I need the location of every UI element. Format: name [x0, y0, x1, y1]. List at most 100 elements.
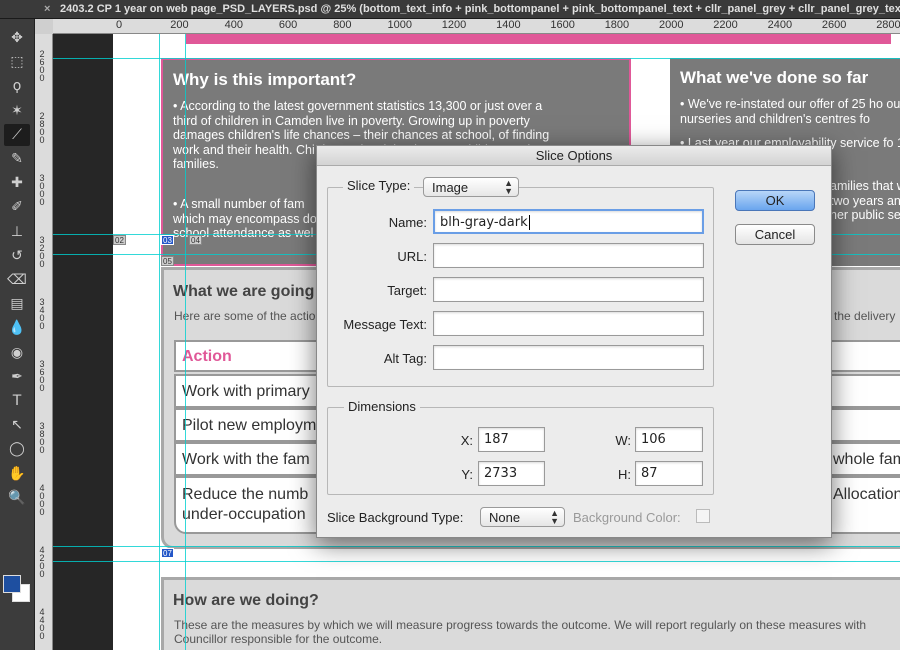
ellipse-icon[interactable]: ◯	[4, 438, 30, 460]
panel-text: amilies that w two years and her public …	[830, 179, 900, 222]
dodge-icon[interactable]: ◉	[4, 342, 30, 364]
panel-title: Why is this important?	[173, 70, 357, 89]
document-tab[interactable]: × 2403.2 CP 1 year on web page_PSD_LAYER…	[0, 0, 900, 19]
bg-color-swatch[interactable]	[696, 509, 710, 523]
slice-tag[interactable]: 05	[161, 256, 174, 266]
ruler-tick-label: 800	[333, 19, 352, 31]
path-select-icon[interactable]: ↖	[4, 414, 30, 436]
row-text-right: Allocation	[833, 486, 900, 503]
ruler-tick-label: 1000	[387, 19, 412, 31]
slice-tag[interactable]: 04	[189, 235, 202, 245]
message-text-field[interactable]	[433, 311, 704, 336]
slice-type-select[interactable]: Image ▲ ▼	[423, 177, 519, 197]
w-field[interactable]: 106	[635, 427, 703, 452]
ruler-tick-label: 600	[278, 19, 298, 31]
cancel-button[interactable]: Cancel	[735, 224, 815, 245]
table-header-label: Action	[182, 348, 232, 365]
slice-options-dialog: Slice Options Slice Type: Image ▲ ▼ Name:…	[316, 145, 832, 538]
ruler-tick-label: 4400	[39, 607, 45, 641]
ruler-tick-label: 1800	[604, 19, 630, 31]
pink-top-bar	[186, 34, 891, 44]
url-field[interactable]	[433, 243, 704, 268]
ok-button[interactable]: OK	[735, 190, 815, 211]
row-text-right: whole fam	[833, 451, 900, 468]
ruler-tick-label: 3800	[39, 421, 45, 455]
eyedropper-icon[interactable]: ✎	[4, 148, 30, 170]
ruler-tick-label: 2600	[821, 19, 847, 31]
ruler-tick-label: 2800	[876, 19, 900, 31]
slice-type-label: Slice Type:	[343, 178, 415, 193]
slice-tag[interactable]: 07	[161, 548, 174, 558]
zoom-icon[interactable]: 🔍	[4, 487, 30, 509]
blur-icon[interactable]: 💧	[4, 317, 30, 339]
ruler-tick-label: 2800	[39, 111, 45, 145]
row-text: Work with the fam	[182, 451, 310, 468]
type-icon[interactable]: T	[4, 390, 30, 412]
vertical-ruler[interactable]: 2600 2800 3000 3200 3400 3600 3800 4000 4200 4400	[35, 34, 53, 650]
ruler-tick-label: 3600	[39, 359, 45, 393]
ruler-tick-label: 3200	[39, 235, 45, 269]
slice-tag-selected[interactable]: 03	[161, 235, 174, 245]
x-field[interactable]: 187	[478, 427, 545, 452]
ruler-tick-label: 400	[224, 19, 243, 31]
ruler-tick-label: 3400	[39, 297, 45, 331]
row-text: under-occupation	[182, 506, 306, 523]
panel-title: What we are going	[173, 283, 315, 300]
name-field[interactable]: blh-gray-dark	[433, 209, 704, 234]
ruler-tick-label: 2000	[659, 19, 684, 31]
slice-icon[interactable]: ⟋	[4, 123, 30, 146]
healing-icon[interactable]: ✚	[4, 172, 30, 194]
h-field[interactable]: 87	[635, 461, 703, 486]
ruler-tick-label: 2200	[713, 19, 738, 31]
move-icon[interactable]: ✥	[4, 27, 30, 49]
bg-type-select[interactable]: None ▲ ▼	[480, 507, 565, 527]
ruler-tick-label: 1600	[550, 19, 575, 31]
bg-color-label: Background Color:	[573, 510, 681, 525]
alt-tag-label: Alt Tag:	[383, 351, 427, 366]
stamp-icon[interactable]: ⊥	[4, 221, 30, 243]
ruler-tick-label: 0	[116, 19, 123, 31]
panel-text: • We've re-instated our offer of 25 ho o…	[680, 97, 900, 126]
target-label: Target:	[387, 283, 427, 298]
horizontal-ruler[interactable]: 0 200 400 600 800 1000 1200 1400 1600 1800 2000 220…	[53, 19, 900, 34]
ruler-tick-label: 1400	[496, 19, 521, 31]
panel-title: What we've done so far	[680, 68, 869, 87]
slice-type-value: Image	[432, 180, 469, 195]
row-text: Pilot new employm	[182, 417, 317, 434]
bg-type-value: None	[489, 510, 521, 525]
x-label: X:	[460, 433, 473, 448]
alt-tag-field[interactable]	[433, 345, 704, 370]
message-text-label: Message Text:	[343, 317, 427, 332]
guide-line	[53, 561, 900, 562]
gradient-icon[interactable]: ▤	[4, 293, 30, 315]
dialog-title[interactable]: Slice Options	[317, 146, 831, 166]
pen-icon[interactable]: ✒	[4, 366, 30, 388]
guide-line	[53, 58, 900, 59]
document-title: 2403.2 CP 1 year on web page_PSD_LAYERS.…	[60, 3, 900, 15]
history-brush-icon[interactable]: ↺	[4, 245, 30, 267]
eraser-icon[interactable]: ⌫	[4, 269, 30, 291]
y-label: Y:	[461, 467, 473, 482]
panel-text: These are the measures by which we will …	[174, 618, 867, 646]
target-field[interactable]	[433, 277, 704, 302]
marquee-icon[interactable]: ⬚	[4, 51, 30, 73]
ruler-tick-label: 2400	[767, 19, 793, 31]
hand-icon[interactable]: ✋	[4, 463, 30, 485]
ruler-corner	[35, 19, 53, 34]
ruler-tick-label: 200	[170, 19, 189, 31]
close-tab-icon[interactable]: ×	[44, 3, 50, 15]
brush-icon[interactable]: ✐	[4, 196, 30, 218]
row-text: Work with primary	[182, 383, 310, 400]
ruler-tick-label: 2600	[39, 49, 45, 83]
magic-wand-icon[interactable]: ✶	[4, 100, 30, 122]
y-field[interactable]: 2733	[478, 461, 545, 486]
guide-line	[185, 34, 186, 650]
slice-tag[interactable]: 02	[113, 235, 126, 245]
panel-how-doing: How are we doing? These are the measures…	[161, 577, 900, 650]
dimensions-label: Dimensions	[344, 399, 420, 414]
lasso-icon[interactable]: ϙ	[4, 75, 30, 97]
panel-subtitle: Here are some of the actio	[174, 309, 316, 323]
guide-line	[159, 34, 160, 650]
foreground-color-swatch[interactable]	[3, 575, 21, 593]
chevron-updown-icon: ▲ ▼	[504, 178, 513, 196]
